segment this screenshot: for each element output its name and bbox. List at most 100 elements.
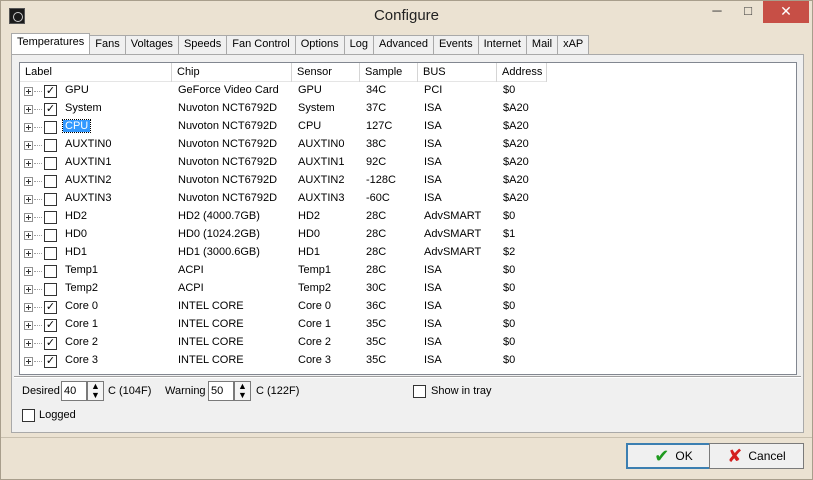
cell-address: $A20 — [503, 174, 529, 186]
cell-address: $1 — [503, 228, 516, 240]
cell-bus: ISA — [424, 300, 442, 312]
close-button[interactable]: ✕ — [763, 1, 809, 23]
row-checkbox[interactable]: ✓ — [44, 85, 57, 98]
tree-line — [34, 127, 42, 128]
expand-icon[interactable] — [24, 213, 33, 222]
tree-line — [34, 163, 42, 164]
expand-icon[interactable] — [24, 249, 33, 258]
cross-icon: ✘ — [727, 446, 743, 466]
sensor-list[interactable]: Label Chip Sensor Sample BUS Address ✓ GPU GeFo… — [19, 62, 797, 375]
cell-bus: ISA — [424, 138, 442, 150]
tree-line — [34, 91, 42, 92]
column-header-address[interactable]: Address — [497, 63, 547, 82]
row-checkbox[interactable] — [44, 229, 57, 242]
tab-advanced[interactable]: Advanced — [373, 35, 434, 54]
expand-icon[interactable] — [24, 321, 33, 330]
column-header-label[interactable]: Label — [20, 63, 172, 82]
checkmark-icon: ✔ — [654, 446, 670, 466]
desired-spinner[interactable]: ▲ ▼ — [87, 381, 104, 401]
expand-icon[interactable] — [24, 105, 33, 114]
tab-fans[interactable]: Fans — [89, 35, 126, 54]
tab-mail[interactable]: Mail — [525, 35, 559, 54]
row-checkbox[interactable] — [44, 139, 57, 152]
logged-checkbox[interactable] — [22, 409, 35, 422]
minimize-button[interactable]: ─ — [703, 1, 731, 23]
cell-address: $2 — [503, 246, 516, 258]
cell-address: $0 — [503, 282, 516, 294]
cell-chip: Nuvoton NCT6792D — [178, 174, 278, 186]
cell-bus: AdvSMART — [424, 228, 482, 240]
cell-chip: INTEL CORE — [178, 300, 244, 312]
cell-bus: ISA — [424, 354, 442, 366]
desired-input[interactable]: 40 — [61, 381, 87, 401]
expand-icon[interactable] — [24, 231, 33, 240]
row-checkbox[interactable] — [44, 121, 57, 134]
cell-address: $0 — [503, 84, 516, 96]
expand-icon[interactable] — [24, 303, 33, 312]
cell-bus: ISA — [424, 336, 442, 348]
cell-label: AUXTIN2 — [65, 174, 112, 186]
row-checkbox[interactable] — [44, 265, 57, 278]
tree-line — [34, 343, 42, 344]
row-checkbox[interactable] — [44, 193, 57, 206]
cell-chip: Nuvoton NCT6792D — [178, 138, 278, 150]
cell-label: System — [65, 102, 102, 114]
row-checkbox[interactable]: ✓ — [44, 337, 57, 350]
row-checkbox[interactable]: ✓ — [44, 319, 57, 332]
row-checkbox[interactable]: ✓ — [44, 355, 57, 368]
expand-icon[interactable] — [24, 87, 33, 96]
tab-events[interactable]: Events — [432, 35, 479, 54]
ok-button[interactable]: ✔ OK — [626, 443, 721, 469]
expand-icon[interactable] — [24, 267, 33, 276]
expand-icon[interactable] — [24, 285, 33, 294]
show-in-tray-checkbox[interactable] — [413, 385, 426, 398]
row-checkbox[interactable] — [44, 211, 57, 224]
cell-address: $A20 — [503, 120, 529, 132]
tree-line — [34, 253, 42, 254]
row-checkbox[interactable] — [44, 283, 57, 296]
tab-internet[interactable]: Internet — [477, 35, 527, 54]
tree-line — [34, 271, 42, 272]
column-header-bus[interactable]: BUS — [418, 63, 497, 82]
tab-fan-control[interactable]: Fan Control — [226, 35, 296, 54]
tab-log[interactable]: Log — [343, 35, 375, 54]
cell-label: Core 0 — [65, 300, 99, 312]
expand-icon[interactable] — [24, 177, 33, 186]
maximize-button[interactable]: □ — [734, 1, 762, 23]
window-title: Configure — [373, 7, 440, 24]
tab-temperatures[interactable]: Temperatures — [11, 33, 91, 54]
row-checkbox[interactable] — [44, 157, 57, 170]
expand-icon[interactable] — [24, 159, 33, 168]
row-checkbox[interactable]: ✓ — [44, 301, 57, 314]
cell-chip: HD1 (3000.6GB) — [178, 246, 260, 258]
warning-input[interactable]: 50 — [208, 381, 234, 401]
cell-sample: 28C — [366, 264, 387, 276]
row-checkbox[interactable] — [44, 175, 57, 188]
tab-voltages[interactable]: Voltages — [124, 35, 179, 54]
expand-icon[interactable] — [24, 195, 33, 204]
cell-address: $0 — [503, 210, 516, 222]
cell-bus: AdvSMART — [424, 246, 482, 258]
cell-bus: ISA — [424, 174, 442, 186]
expand-icon[interactable] — [24, 339, 33, 348]
expand-icon[interactable] — [24, 357, 33, 366]
tab-speeds[interactable]: Speeds — [177, 35, 228, 54]
row-checkbox[interactable]: ✓ — [44, 103, 57, 116]
tab-xap[interactable]: xAP — [557, 35, 590, 54]
tab-options[interactable]: Options — [294, 35, 345, 54]
expand-icon[interactable] — [24, 123, 33, 132]
title-bar[interactable]: Configure ─ □ ✕ — [1, 1, 812, 31]
expand-icon[interactable] — [24, 141, 33, 150]
cell-chip: HD2 (4000.7GB) — [178, 210, 260, 222]
cancel-button[interactable]: ✘ Cancel — [709, 443, 804, 469]
row-checkbox[interactable] — [44, 247, 57, 260]
column-header-sensor[interactable]: Sensor — [292, 63, 360, 82]
cell-label: AUXTIN0 — [65, 138, 112, 150]
column-header-chip[interactable]: Chip — [172, 63, 292, 82]
cell-chip: ACPI — [178, 282, 204, 294]
cell-address: $A20 — [503, 102, 529, 114]
warning-spinner[interactable]: ▲ ▼ — [234, 381, 251, 401]
column-header-sample[interactable]: Sample — [360, 63, 418, 82]
cell-sensor: AUXTIN1 — [298, 156, 345, 168]
cell-sensor: Temp2 — [298, 282, 332, 294]
